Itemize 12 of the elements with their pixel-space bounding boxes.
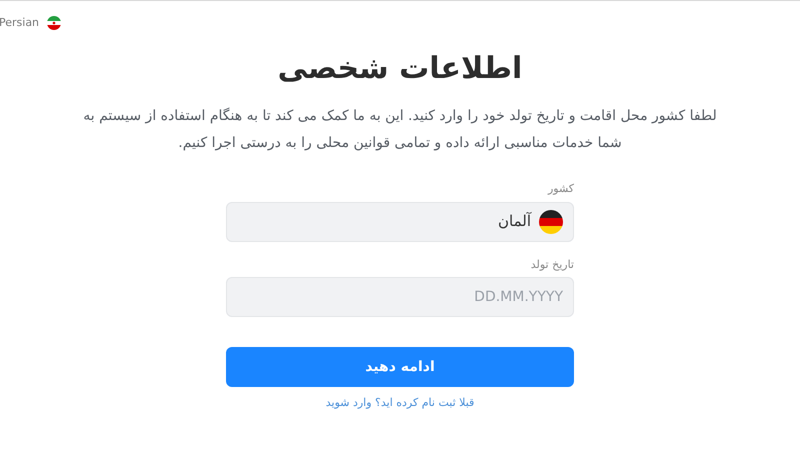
page-title: اطلاعات شخصی: [276, 50, 524, 88]
flag-icon: [539, 210, 563, 234]
language-label[interactable]: Persian: [0, 14, 40, 32]
field-label: کشور: [548, 181, 574, 197]
country-select[interactable]: آلمان: [226, 202, 574, 242]
flag-icon: [47, 16, 62, 30]
country-value: آلمان: [498, 211, 531, 232]
field-label: تاریخ تولد: [530, 256, 574, 273]
birth-date-field[interactable]: DD.MM.YYYY: [226, 277, 574, 317]
continue-button[interactable]: ادامه دهید: [226, 347, 574, 387]
login-link[interactable]: قبلا ثبت نام کرده اید؟ وارد شوید: [326, 395, 474, 412]
description-text: لطفا کشور محل اقامت و تاریخ تولد خود را وارد کنید. این به ما کمک می کند تا به هنگام استفاده از سیستم به شما خدمات مناسبی ارائه داده و تمامی قوانین محلی را به درستی اجرا کنیم.: [82, 106, 718, 153]
